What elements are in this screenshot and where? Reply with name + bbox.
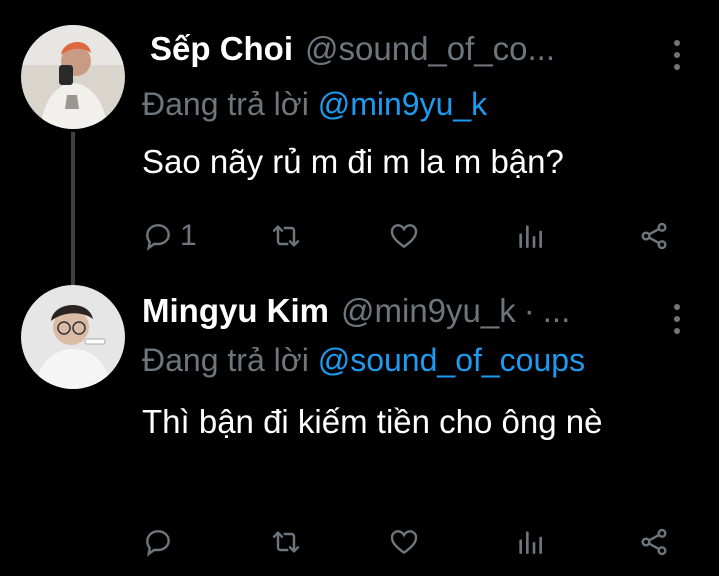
like-button[interactable] — [388, 214, 420, 258]
retweet-button[interactable] — [270, 520, 302, 564]
handle[interactable]: @sound_of_co... — [305, 30, 555, 68]
tweet-text: Sao nãy rủ m đi m la m bận? — [142, 143, 564, 180]
retweet-icon — [272, 225, 300, 247]
share-icon — [641, 528, 667, 556]
tweet[interactable]: Mingyu Kim @min9yu_k · ... Đang trả lời … — [0, 285, 719, 576]
action-bar: 1 — [142, 214, 682, 258]
share-icon — [641, 222, 667, 250]
more-icon[interactable] — [671, 304, 683, 334]
tweet-text: Thì bận đi kiếm tiền cho ông nè — [142, 403, 603, 440]
stats-button[interactable] — [514, 214, 546, 258]
tweet-header: Sếp Choi @sound_of_co... — [150, 30, 679, 78]
reply-icon — [146, 530, 170, 557]
action-bar — [142, 520, 682, 564]
reply-prefix: Đang trả lời — [142, 86, 309, 122]
reply-mention[interactable]: @sound_of_coups — [318, 342, 585, 378]
avatar[interactable] — [21, 285, 125, 389]
like-icon — [390, 530, 418, 555]
separator: · — [523, 292, 535, 329]
stats-icon — [519, 225, 542, 248]
reply-mention[interactable]: @min9yu_k — [318, 86, 487, 122]
reply-button[interactable] — [142, 520, 180, 564]
reply-count: 1 — [180, 219, 197, 252]
replying-to: Đang trả lời @sound_of_coups — [142, 342, 585, 379]
retweet-icon — [272, 531, 300, 553]
like-icon — [390, 224, 418, 249]
display-name[interactable]: Mingyu Kim — [142, 292, 329, 330]
replying-to: Đang trả lời @min9yu_k — [142, 86, 487, 123]
share-button[interactable] — [638, 214, 670, 258]
avatar[interactable] — [21, 25, 125, 129]
reply-button[interactable]: 1 — [142, 214, 197, 258]
tweet[interactable]: Sếp Choi @sound_of_co... Đang trả lời @m… — [0, 0, 719, 290]
retweet-button[interactable] — [270, 214, 302, 258]
reply-icon — [146, 224, 170, 251]
display-name[interactable]: Sếp Choi — [150, 30, 293, 68]
handle[interactable]: @min9yu_k — [341, 292, 516, 330]
timestamp-truncated: ... — [542, 292, 571, 329]
share-button[interactable] — [638, 520, 670, 564]
more-icon[interactable] — [671, 40, 683, 70]
reply-prefix: Đang trả lời — [142, 342, 309, 378]
tweet-header: Mingyu Kim @min9yu_k · ... — [142, 292, 679, 340]
stats-icon — [519, 531, 542, 554]
like-button[interactable] — [388, 520, 420, 564]
thread-line — [71, 132, 75, 290]
stats-button[interactable] — [514, 520, 546, 564]
